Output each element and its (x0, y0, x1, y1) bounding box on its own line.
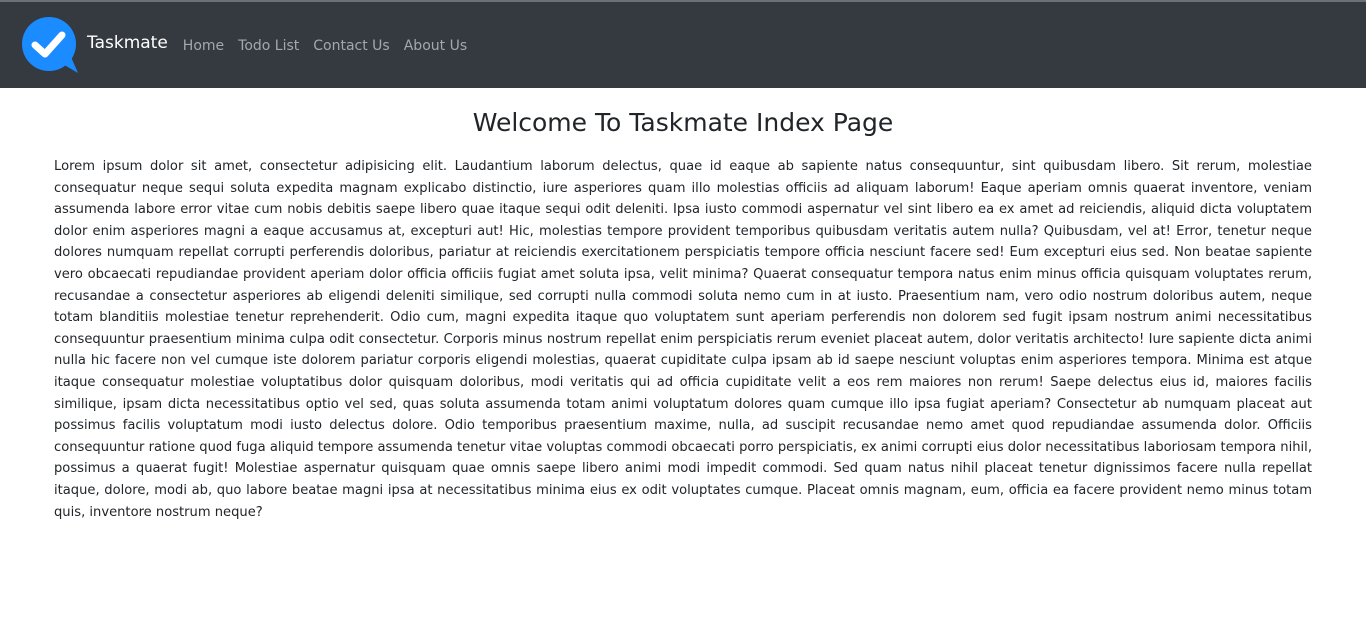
main-content: Welcome To Taskmate Index Page Lorem ips… (0, 88, 1366, 523)
body-paragraph: Lorem ipsum dolor sit amet, consectetur … (54, 159, 1312, 520)
page-title: Welcome To Taskmate Index Page (472, 108, 894, 137)
nav-link-contact-us[interactable]: Contact Us (313, 38, 389, 54)
nav-link-home[interactable]: Home (183, 38, 224, 54)
nav-link-todo-list[interactable]: Todo List (238, 38, 299, 54)
navbar: Taskmate Home Todo List Contact Us About… (0, 0, 1366, 88)
brand-name: Taskmate (87, 33, 168, 53)
nav-links: Home Todo List Contact Us About Us (183, 38, 481, 54)
nav-link-about-us[interactable]: About Us (404, 38, 467, 54)
brand-link[interactable]: Taskmate (21, 15, 168, 75)
check-bubble-icon (22, 17, 78, 73)
